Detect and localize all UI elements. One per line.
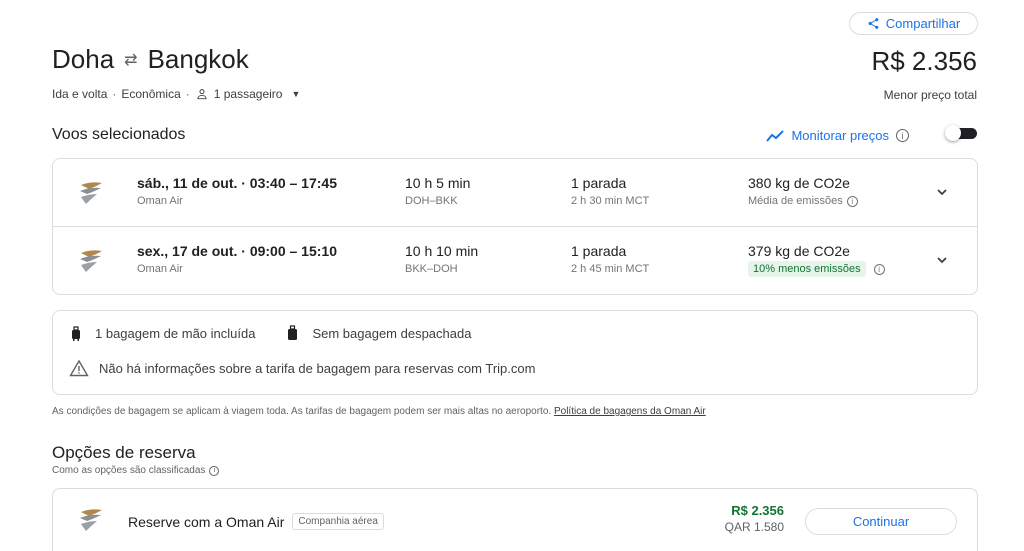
booking-options-title: Opções de reserva — [52, 443, 196, 462]
flight-row-return[interactable]: sex., 17 de out. · 09:00 – 15:10 Oman Ai… — [53, 227, 977, 295]
flight-schedule: sex., 17 de out. · 09:00 – 15:10 Oman Ai… — [137, 243, 337, 275]
info-icon[interactable]: i — [896, 129, 909, 142]
carry-on-info: 1 bagagem de mão incluída — [71, 325, 256, 342]
separator-dot: · — [185, 87, 190, 101]
flight-row-outbound[interactable]: sáb., 11 de out. · 03:40 – 17:45 Oman Ai… — [53, 159, 977, 227]
selected-flights-title: Voos selecionados — [52, 126, 186, 143]
ranking-label: Como as opções são classificadas — [52, 465, 206, 476]
baggage-warning: Não há informações sobre a tarifa de bag… — [69, 359, 535, 377]
page-title: Doha ⇄ Bangkok — [52, 44, 249, 75]
route-codes: DOH–BKK — [405, 195, 458, 207]
offer-label: Reserve com a Oman Air — [128, 513, 285, 530]
track-prices-toggle[interactable] — [945, 125, 978, 141]
destination-city: Bangkok — [147, 44, 249, 74]
info-icon[interactable]: i — [846, 195, 858, 207]
booking-options-ranking[interactable]: Como as opções são classificadas i — [52, 465, 220, 476]
baggage-note: As condições de bagagem se aplicam à via… — [52, 406, 706, 417]
flight-duration: 10 h 10 min BKK–DOH — [405, 243, 478, 275]
selected-flights-card: sáb., 11 de out. · 03:40 – 17:45 Oman Ai… — [52, 158, 978, 295]
baggage-note-text: As condições de bagagem se aplicam à via… — [52, 406, 552, 417]
oman-air-logo-icon — [80, 250, 102, 272]
trend-icon — [766, 129, 785, 142]
caret-down-icon: ▼ — [291, 89, 301, 99]
carry-on-label: 1 bagagem de mão incluída — [95, 326, 256, 341]
stops-value: 1 parada — [571, 175, 627, 191]
chevron-down-icon[interactable] — [935, 185, 949, 199]
baggage-warning-text: Não há informações sobre a tarifa de bag… — [99, 360, 536, 376]
emissions-value: 380 kg de CO2e — [748, 175, 850, 191]
info-icon[interactable]: i — [209, 465, 220, 476]
offer-price-brl: R$ 2.356 — [731, 503, 784, 518]
share-button[interactable]: Compartilhar — [849, 12, 978, 35]
offer-label-group: Reserve com a Oman Air Companhia aérea — [128, 513, 384, 530]
trip-type: Ida e volta — [52, 87, 108, 101]
flight-emissions: 380 kg de CO2e Média de emissões i — [748, 175, 858, 207]
flight-datetime: sáb., 11 de out. · 03:40 – 17:45 — [137, 175, 337, 191]
baggage-summary: 1 bagagem de mão incluída Sem bagagem de… — [71, 325, 471, 342]
emissions-badge: 10% menos emissões — [748, 261, 866, 277]
round-trip-arrows-icon: ⇄ — [124, 51, 138, 69]
passengers-selector[interactable]: 1 passageiro ▼ — [195, 87, 301, 101]
passengers-label: 1 passageiro — [213, 87, 283, 101]
oman-air-logo-icon — [80, 182, 102, 204]
continue-button[interactable]: Continuar — [805, 508, 957, 535]
layover-value: 2 h 45 min MCT — [571, 263, 650, 275]
total-price: R$ 2.356 — [871, 46, 977, 76]
baggage-card: 1 bagagem de mão incluída Sem bagagem de… — [52, 310, 978, 395]
flight-emissions: 379 kg de CO2e 10% menos emissões i — [748, 243, 885, 277]
flight-datetime: sex., 17 de out. · 09:00 – 15:10 — [137, 243, 337, 259]
carry-on-bag-icon — [72, 325, 80, 341]
trip-summary: Ida e volta · Econômica · 1 passageiro ▼ — [52, 87, 300, 101]
oman-air-logo-icon — [80, 509, 102, 531]
baggage-policy-link[interactable]: Política de bagagens da Oman Air — [554, 406, 706, 417]
info-icon[interactable]: i — [873, 263, 885, 275]
origin-city: Doha — [52, 44, 115, 74]
offer-price: R$ 2.356 QAR 1.580 — [708, 503, 784, 534]
duration-value: 10 h 10 min — [405, 243, 479, 259]
share-icon — [868, 18, 879, 29]
share-label: Compartilhar — [885, 16, 961, 31]
track-prices-label: Monitorar preços — [791, 128, 889, 143]
stops-value: 1 parada — [571, 243, 627, 259]
flight-stops: 1 parada 2 h 45 min MCT — [571, 243, 649, 275]
price-caption: Menor preço total — [883, 88, 977, 102]
separator-dot: · — [112, 87, 117, 101]
checked-bag-icon — [288, 325, 298, 340]
toggle-knob — [945, 125, 961, 141]
flight-schedule: sáb., 11 de out. · 03:40 – 17:45 Oman Ai… — [137, 175, 337, 207]
duration-value: 10 h 5 min — [405, 175, 471, 191]
warning-icon — [69, 359, 89, 377]
airline-tag: Companhia aérea — [292, 513, 384, 530]
emissions-value: 379 kg de CO2e — [748, 243, 850, 259]
emissions-note: Média de emissões — [748, 195, 843, 207]
booking-offer-card: Reserve com a Oman Air Companhia aérea R… — [52, 488, 978, 551]
checked-bag-info: Sem bagagem despachada — [287, 325, 471, 342]
offer-price-qar: QAR 1.580 — [724, 520, 784, 534]
flight-stops: 1 parada 2 h 30 min MCT — [571, 175, 649, 207]
track-prices[interactable]: Monitorar preços i — [766, 128, 909, 143]
chevron-down-icon[interactable] — [935, 253, 949, 267]
flight-duration: 10 h 5 min DOH–BKK — [405, 175, 470, 207]
route-codes: BKK–DOH — [405, 263, 458, 275]
layover-value: 2 h 30 min MCT — [571, 195, 650, 207]
airline-name: Oman Air — [137, 263, 183, 275]
cabin-class: Econômica — [121, 87, 181, 101]
person-icon — [197, 89, 207, 100]
checked-bag-label: Sem bagagem despachada — [312, 326, 472, 341]
airline-name: Oman Air — [137, 195, 183, 207]
